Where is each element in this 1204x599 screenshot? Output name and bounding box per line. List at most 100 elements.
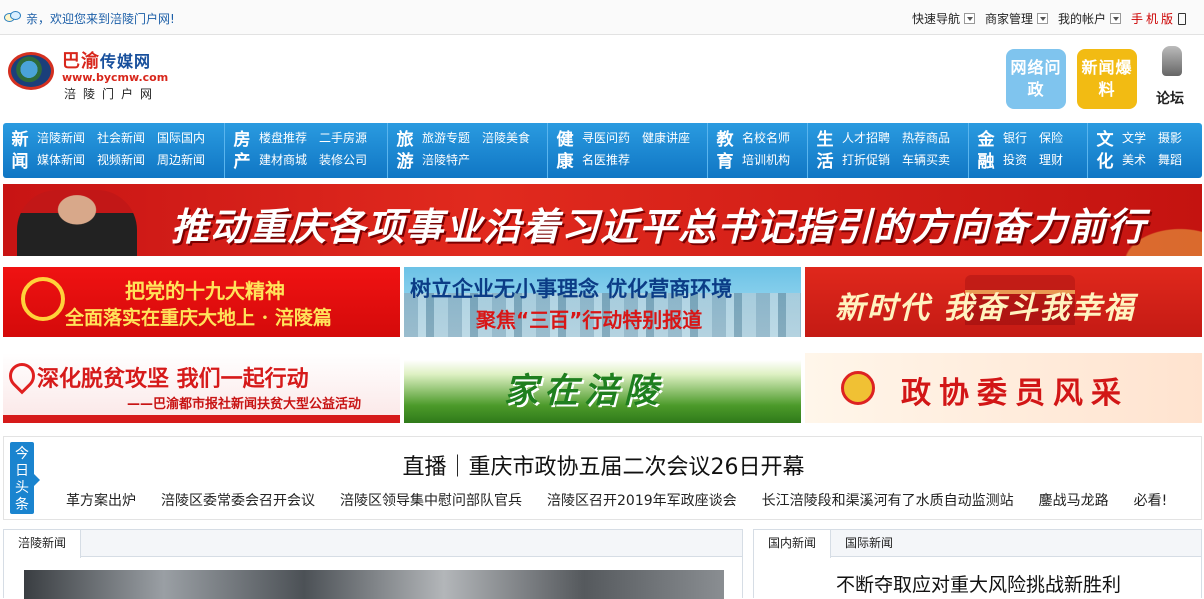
- promo-text: 全面落实在重庆大地上 · 涪陵篇: [65, 307, 332, 329]
- tab-domestic-news[interactable]: 国内新闻: [754, 530, 832, 558]
- promo-banner-new-era[interactable]: 新时代 我奋斗我幸福: [805, 267, 1202, 337]
- headline-title[interactable]: 直播｜重庆市政协五届二次会议26日开幕: [4, 449, 1203, 481]
- nav-link[interactable]: 文学: [1122, 129, 1146, 151]
- site-logo[interactable]: 巴渝传媒网 www.bycmw.com 涪陵门户网: [8, 44, 188, 102]
- main-banner-text: 推动重庆各项事业沿着习近平总书记指引的方向奋力前行: [171, 205, 1147, 249]
- nav-link[interactable]: 培训机构: [742, 151, 790, 173]
- nav-link[interactable]: 舞蹈: [1158, 151, 1182, 173]
- nav-category[interactable]: 文化: [1094, 129, 1116, 173]
- promo-text: 把党的十九大精神: [125, 279, 285, 303]
- top-story-link[interactable]: 不断夺取应对重大风险挑战新胜利: [754, 570, 1203, 597]
- promo-banner-business[interactable]: 树立企业无小事理念 优化营商环境 聚焦“三百”行动特别报道: [404, 267, 801, 337]
- news-photo[interactable]: [24, 570, 724, 599]
- nav-group-realestate: 房产 楼盘推荐 建材商城 二手房源 装修公司: [225, 123, 388, 178]
- chevron-down-icon: [1036, 13, 1048, 24]
- logo-brand-a: 巴渝: [62, 51, 100, 72]
- welcome-text: 亲，欢迎您来到涪陵门户网!: [26, 11, 175, 26]
- nav-link[interactable]: 寻医问药: [582, 129, 630, 151]
- my-account-dropdown[interactable]: 我的帐户: [1058, 10, 1121, 27]
- promo-banner-home[interactable]: 家在涪陵: [404, 353, 801, 423]
- my-account-label: 我的帐户: [1057, 12, 1106, 26]
- nav-link[interactable]: 涪陵美食: [482, 129, 530, 151]
- nav-category[interactable]: 健康: [554, 129, 576, 173]
- promo-banner-congress[interactable]: 把党的十九大精神 全面落实在重庆大地上 · 涪陵篇: [3, 267, 400, 337]
- nav-category[interactable]: 新闻: [9, 129, 31, 173]
- nav-link[interactable]: [482, 151, 530, 173]
- nav-category[interactable]: 教育: [714, 129, 736, 173]
- forum-button[interactable]: 论坛: [1154, 46, 1194, 108]
- heart-icon: [3, 357, 41, 395]
- tab-local-news[interactable]: 涪陵新闻: [4, 530, 82, 558]
- nav-link[interactable]: 装修公司: [319, 151, 367, 173]
- merchant-manage-dropdown[interactable]: 商家管理: [985, 10, 1048, 27]
- top-bar: 亲，欢迎您来到涪陵门户网! 快速导航 商家管理 我的帐户 手机版: [0, 0, 1204, 35]
- headline-link[interactable]: 必看!: [1134, 490, 1168, 510]
- nav-link[interactable]: 社会新闻: [97, 129, 145, 151]
- chevron-down-icon: [1109, 13, 1121, 24]
- top-nav: 快速导航 商家管理 我的帐户 手机版: [912, 10, 1186, 27]
- promo-text: 聚焦“三百”行动特别报道: [476, 308, 703, 332]
- promo-text: 政协委员风采: [901, 376, 1129, 411]
- nav-group-finance: 金融 银行 投资 保险 理财: [969, 123, 1088, 178]
- mobile-version-link[interactable]: 手机版: [1131, 10, 1186, 27]
- nav-group-education: 教育 名校名师 培训机构: [708, 123, 808, 178]
- nav-group-life: 生活 人才招聘 打折促销 热荐商品 车辆买卖: [808, 123, 969, 178]
- promo-text: 新时代 我奋斗我幸福: [835, 291, 1136, 326]
- nav-link[interactable]: 旅游专题: [422, 129, 470, 151]
- nav-group-news: 新闻 涪陵新闻 媒体新闻 社会新闻 视频新闻 国际国内 周边新闻: [3, 123, 225, 178]
- nav-link[interactable]: 健康讲座: [642, 129, 690, 151]
- promo-banner-cppcc[interactable]: 政协委员风采: [805, 353, 1202, 423]
- nav-link[interactable]: 视频新闻: [97, 151, 145, 173]
- nav-link[interactable]: 二手房源: [319, 129, 367, 151]
- headline-link[interactable]: 长江涪陵段和渠溪河有了水质自动监测站: [762, 490, 1014, 510]
- headline-link[interactable]: 鏖战马龙路: [1039, 490, 1109, 510]
- banner-portrait: [17, 190, 137, 256]
- nav-link[interactable]: 周边新闻: [157, 151, 205, 173]
- logo-brand: 巴渝传媒网: [62, 47, 151, 73]
- nav-category[interactable]: 旅游: [394, 129, 416, 173]
- nav-link[interactable]: 银行: [1003, 129, 1027, 151]
- headlines-section: 今日头条 直播｜重庆市政协五届二次会议26日开幕 革方案出炉 涪陵区委常委会召开…: [3, 436, 1202, 520]
- nav-link[interactable]: 楼盘推荐: [259, 129, 307, 151]
- nav-category[interactable]: 生活: [814, 129, 836, 173]
- headline-link[interactable]: 涪陵区召开2019年军政座谈会: [547, 490, 737, 510]
- logo-subtitle: 涪陵门户网: [64, 87, 160, 101]
- online-inquiry-button[interactable]: 网络问政: [1006, 49, 1066, 109]
- promo-banner-poverty[interactable]: 深化脱贫攻坚 我们一起行动 ——巴渝都市报社新闻扶贫大型公益活动: [3, 353, 400, 423]
- nav-link[interactable]: 人才招聘: [842, 129, 890, 151]
- promo-text: 树立企业无小事理念 优化营商环境: [410, 277, 733, 301]
- nav-link[interactable]: 国际国内: [157, 129, 205, 151]
- nav-link[interactable]: 名医推荐: [582, 151, 630, 173]
- headline-link[interactable]: 革方案出炉: [66, 490, 136, 510]
- nav-link[interactable]: 媒体新闻: [37, 151, 85, 173]
- main-nav: 新闻 涪陵新闻 媒体新闻 社会新闻 视频新闻 国际国内 周边新闻 房产 楼盘推荐…: [3, 123, 1202, 178]
- nav-category[interactable]: 金融: [975, 129, 997, 173]
- nav-link[interactable]: 涪陵新闻: [37, 129, 85, 151]
- tab-international-news[interactable]: 国际新闻: [831, 530, 907, 557]
- promo-text: ——巴渝都市报社新闻扶贫大型公益活动: [127, 397, 362, 412]
- nav-link[interactable]: 名校名师: [742, 129, 790, 151]
- forum-label: 论坛: [1156, 91, 1184, 107]
- nav-link[interactable]: 打折促销: [842, 151, 890, 173]
- nav-group-travel: 旅游 旅游专题 涪陵特产 涪陵美食: [388, 123, 548, 178]
- phone-icon: [1178, 12, 1186, 25]
- nav-link[interactable]: 热荐商品: [902, 129, 950, 151]
- national-news-panel: 国内新闻 国际新闻 不断夺取应对重大风险挑战新胜利: [753, 529, 1202, 598]
- nav-link[interactable]: 保险: [1039, 129, 1063, 151]
- headline-link[interactable]: 涪陵区委常委会召开会议: [161, 490, 315, 510]
- main-banner[interactable]: 推动重庆各项事业沿着习近平总书记指引的方向奋力前行: [3, 184, 1202, 256]
- nav-link[interactable]: 摄影: [1158, 129, 1182, 151]
- quick-nav-dropdown[interactable]: 快速导航: [912, 10, 975, 27]
- logo-url: www.bycmw.com: [62, 71, 169, 84]
- headline-link[interactable]: 涪陵区领导集中慰问部队官兵: [340, 490, 522, 510]
- news-tipoff-button[interactable]: 新闻爆料: [1077, 49, 1137, 109]
- nav-link[interactable]: 建材商城: [259, 151, 307, 173]
- nav-category[interactable]: 房产: [231, 129, 253, 173]
- headline-list: 革方案出炉 涪陵区委常委会召开会议 涪陵区领导集中慰问部队官兵 涪陵区召开201…: [66, 490, 1167, 510]
- nav-link[interactable]: 车辆买卖: [902, 151, 950, 173]
- nav-link[interactable]: [642, 151, 690, 173]
- nav-link[interactable]: 理财: [1039, 151, 1063, 173]
- nav-link[interactable]: 涪陵特产: [422, 151, 470, 173]
- nav-link[interactable]: 投资: [1003, 151, 1027, 173]
- nav-link[interactable]: 美术: [1122, 151, 1146, 173]
